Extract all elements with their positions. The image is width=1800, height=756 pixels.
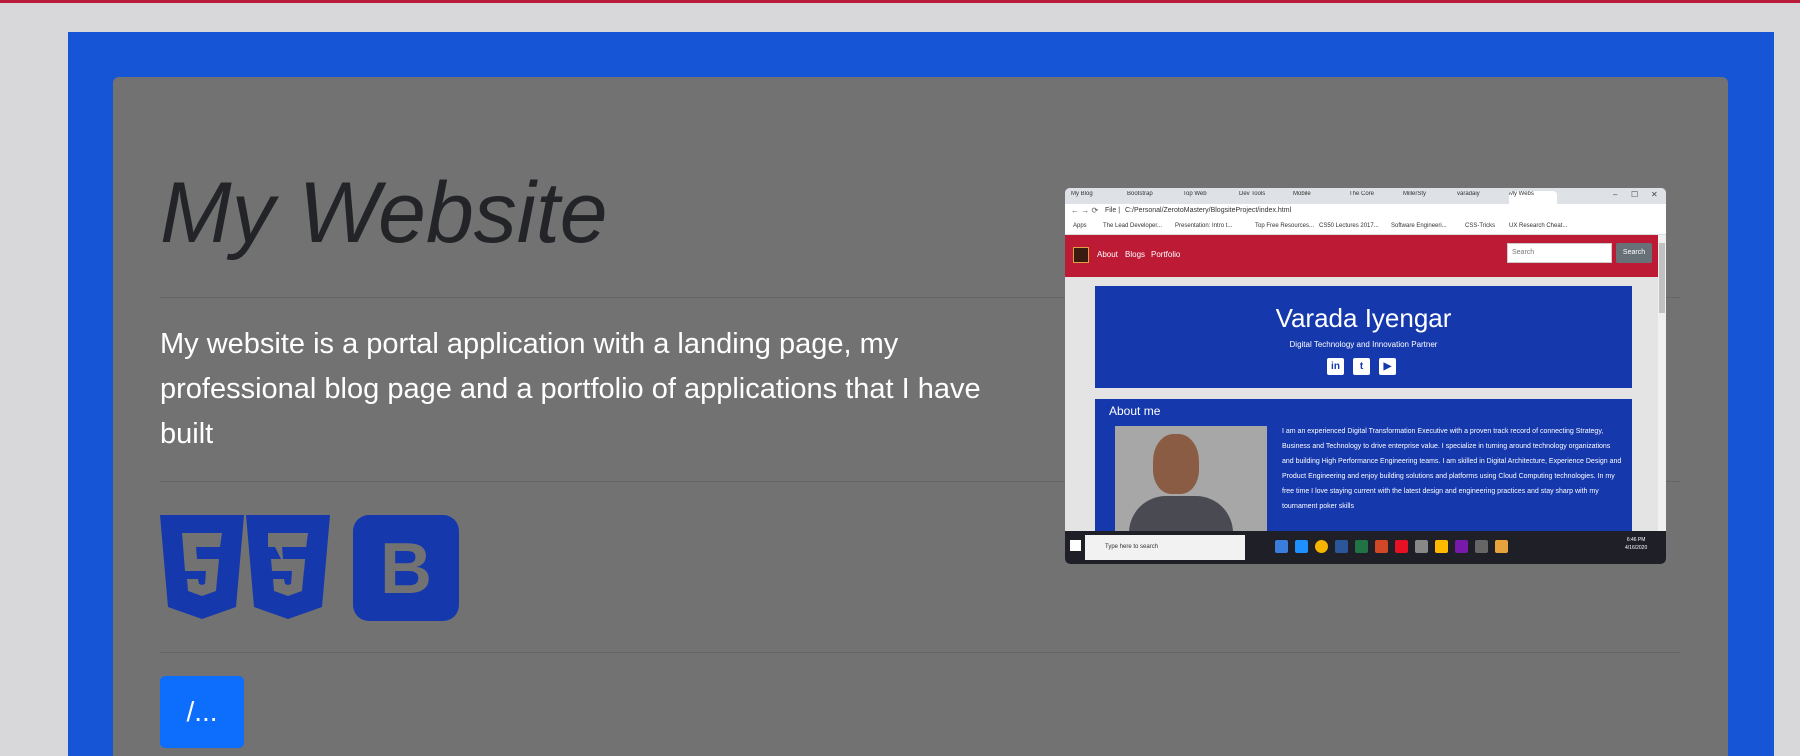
bootstrap-icon: B (353, 515, 459, 621)
nav-portfolio: Portfolio (1151, 250, 1181, 259)
folder-icon (1435, 540, 1448, 553)
bookmark: Software Engineeri... (1391, 223, 1447, 229)
browser-tab: Dev Tools (1239, 191, 1266, 197)
hero-name: Varada Iyengar (1275, 303, 1452, 333)
about-section: About me I am an experienced Digital Tra… (1095, 399, 1632, 533)
back-forward-icon: ← → ⟳ (1071, 206, 1099, 215)
browser-tab: Mobile (1293, 191, 1311, 197)
browser-tab: My Blog (1071, 191, 1093, 197)
taskbar-clock: 6:46 PM 4/16/2020 (1625, 537, 1648, 551)
bookmarks-bar: Apps The Lead Developer... Presentation:… (1065, 220, 1666, 235)
powerpoint-icon (1375, 540, 1388, 553)
browser-tab: MillerSty (1403, 191, 1427, 197)
css3-icon (246, 515, 330, 619)
outlook-icon (1275, 540, 1288, 553)
minimize-icon: – (1613, 190, 1618, 199)
excel-icon (1355, 540, 1368, 553)
top-accent-line (0, 0, 1800, 3)
html5-icon (160, 515, 244, 619)
hero-subtitle: Digital Technology and Innovation Partne… (1289, 340, 1438, 349)
bookmark: UX Research Cheat... (1509, 223, 1568, 229)
windows-start-icon (1070, 540, 1081, 551)
project-description: My website is a portal application with … (160, 328, 981, 450)
site-logo (1073, 247, 1089, 263)
maximize-icon: ☐ (1631, 190, 1639, 199)
youtube-icon: ▶ (1379, 358, 1396, 375)
app-icon (1415, 540, 1428, 553)
bookmark: Top Free Resources... (1255, 223, 1315, 229)
browser-tab-bar: My Blog Bootstrap Top Web Dev Tools Mobi… (1065, 188, 1666, 204)
divider (160, 652, 1680, 653)
acrobat-icon (1395, 540, 1408, 553)
bookmark: CS50 Lectures 2017... (1319, 223, 1379, 229)
word-icon (1335, 540, 1348, 553)
close-icon: ✕ (1651, 190, 1658, 199)
svg-text:B: B (380, 529, 432, 609)
windows-taskbar: Type here to search 6:46 PM 4/16/2020 (1065, 531, 1666, 564)
site-navbar: About Blogs Portfolio Search Search (1065, 235, 1658, 277)
onenote-icon (1455, 540, 1468, 553)
url-text: C:/Personal/ZerotoMastery/BlogsiteProjec… (1125, 207, 1292, 214)
bookmark: The Lead Developer... (1103, 223, 1163, 229)
scrollbar (1658, 235, 1666, 531)
browser-tab: varadaiy (1457, 191, 1480, 197)
bookmark: Apps (1073, 223, 1087, 229)
nav-blogs: Blogs (1125, 250, 1146, 259)
twitter-icon: t (1353, 358, 1370, 375)
about-text: I am an experienced Digital Transformati… (1282, 428, 1622, 510)
site-hero: Varada Iyengar Digital Technology and In… (1095, 286, 1632, 388)
browser-address-bar: ← → ⟳ File | C:/Personal/ZerotoMastery/B… (1065, 204, 1666, 220)
project-link-button[interactable]: /... (160, 676, 244, 748)
chrome-icon (1315, 540, 1328, 553)
browser-tab: Top Web (1183, 191, 1207, 197)
bookmark: Presentation: Intro t... (1175, 223, 1233, 229)
browser-tab: Bootstrap (1127, 191, 1153, 197)
site-search-input: Search (1507, 243, 1612, 263)
page-title: My Website (160, 165, 608, 261)
about-heading: About me (1109, 404, 1161, 418)
website-screenshot: My Blog Bootstrap Top Web Dev Tools Mobi… (1065, 188, 1666, 564)
browser-tab-active: My Webs (1509, 191, 1557, 204)
sublime-icon (1495, 540, 1508, 553)
taskbar-search: Type here to search (1085, 535, 1245, 560)
app-icon (1475, 540, 1488, 553)
url-prefix: File | (1105, 207, 1121, 214)
site-search-button: Search (1616, 243, 1652, 263)
linkedin-icon: in (1327, 358, 1344, 375)
browser-tab: The Core (1349, 191, 1375, 197)
edge-icon (1295, 540, 1308, 553)
bookmark: CSS-Tricks (1465, 223, 1496, 229)
nav-about: About (1097, 250, 1118, 259)
profile-photo (1115, 426, 1267, 533)
